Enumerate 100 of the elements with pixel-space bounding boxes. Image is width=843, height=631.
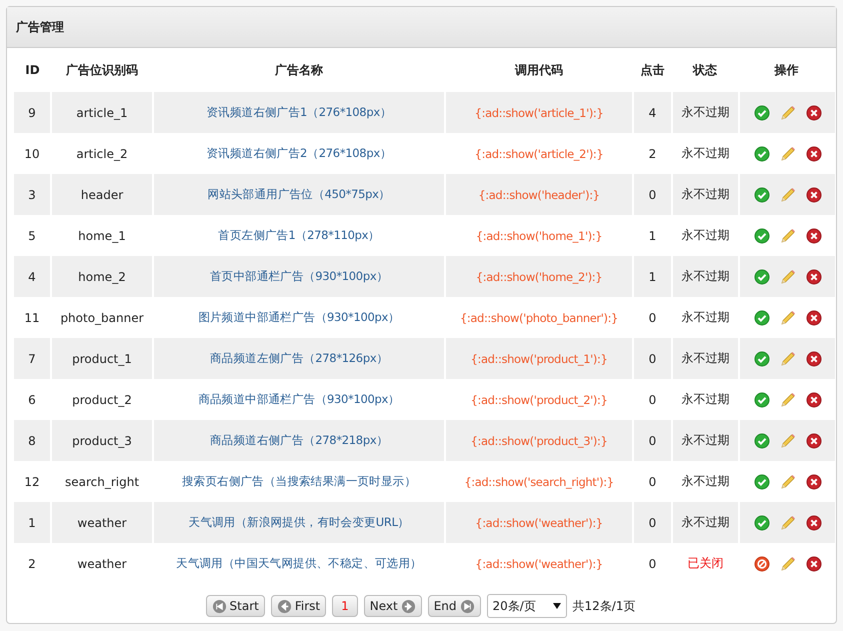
code-cell: article_2	[76, 146, 128, 160]
ad-name-link[interactable]: 商品频道中部通栏广告（930*100px）	[198, 392, 400, 406]
id-cell: 9	[28, 106, 36, 120]
status-text: 永不过期	[682, 146, 730, 160]
ad-name-link[interactable]: 资讯频道右侧广告2（276*108px）	[206, 146, 392, 160]
call-code-cell: {:ad::show('weather'):}	[475, 556, 603, 570]
check-icon[interactable]	[754, 186, 770, 202]
call-code-cell: {:ad::show('weather'):}	[475, 516, 603, 530]
pencil-icon[interactable]	[780, 514, 796, 530]
check-icon[interactable]	[754, 310, 770, 326]
delete-icon[interactable]	[806, 514, 822, 530]
status-text: 永不过期	[682, 392, 730, 406]
pencil-icon[interactable]	[780, 268, 796, 284]
check-icon[interactable]	[754, 228, 770, 244]
check-icon[interactable]	[754, 104, 770, 120]
code-cell: weather	[77, 516, 127, 530]
clicks-cell: 0	[648, 352, 656, 366]
code-cell: photo_banner	[60, 310, 144, 324]
id-cell: 8	[28, 434, 36, 448]
page-button[interactable]: 1	[332, 595, 358, 617]
pencil-icon[interactable]	[780, 474, 796, 490]
prohibited-icon[interactable]	[754, 556, 770, 572]
status-text: 永不过期	[682, 515, 730, 529]
pencil-icon[interactable]	[780, 350, 796, 366]
delete-icon[interactable]	[806, 104, 822, 120]
id-cell: 4	[28, 270, 36, 284]
call-code-cell: {:ad::show('article_2'):}	[474, 146, 604, 160]
delete-icon[interactable]	[806, 392, 822, 408]
check-icon[interactable]	[754, 350, 770, 366]
pager-button[interactable]: Start	[206, 595, 265, 617]
code-cell: header	[80, 188, 124, 202]
check-icon[interactable]	[754, 474, 770, 490]
ad-name-link[interactable]: 图片频道中部通栏广告（930*100px）	[198, 310, 400, 324]
pencil-icon[interactable]	[780, 392, 796, 408]
clicks-cell: 0	[648, 516, 656, 530]
pencil-icon[interactable]	[780, 310, 796, 326]
code-cell: weather	[77, 556, 127, 570]
call-code-cell: {:ad::show('product_2'):}	[470, 392, 608, 406]
ad-name-link[interactable]: 天气调用（中国天气网提供、不稳定、可选用）	[176, 556, 422, 570]
status-text: 永不过期	[682, 269, 730, 283]
check-icon[interactable]	[754, 392, 770, 408]
delete-icon[interactable]	[806, 310, 822, 326]
call-code-cell: {:ad::show('home_2'):}	[476, 270, 602, 284]
id-cell: 12	[24, 474, 40, 488]
delete-icon[interactable]	[806, 268, 822, 284]
ad-name-link[interactable]: 首页左侧广告1（278*110px）	[218, 228, 380, 242]
page-size-select[interactable]: 20条/页	[486, 594, 567, 618]
delete-icon[interactable]	[806, 474, 822, 490]
clicks-cell: 0	[648, 310, 656, 324]
column-header: ID	[14, 48, 51, 92]
clicks-cell: 1	[648, 228, 656, 242]
column-header: 状态	[672, 48, 738, 92]
id-cell: 3	[28, 188, 36, 202]
delete-icon[interactable]	[806, 350, 822, 366]
ad-name-link[interactable]: 搜索页右侧广告（当搜索结果满一页时显示）	[182, 474, 416, 488]
skip-start-icon	[212, 598, 227, 614]
code-cell: home_1	[78, 228, 126, 242]
column-header: 操作	[738, 48, 835, 92]
clicks-cell: 4	[648, 106, 656, 120]
call-code-cell: {:ad::show('product_1'):}	[470, 352, 608, 366]
call-code-cell: {:ad::show('header'):}	[478, 188, 600, 202]
code-cell: product_3	[72, 434, 132, 448]
status-text: 永不过期	[682, 433, 730, 447]
id-cell: 11	[24, 310, 40, 324]
status-text: 已关闭	[688, 556, 724, 570]
check-icon[interactable]	[754, 514, 770, 530]
delete-icon[interactable]	[806, 432, 822, 448]
delete-icon[interactable]	[806, 186, 822, 202]
clicks-cell: 0	[648, 556, 656, 570]
column-header: 广告名称	[153, 48, 445, 92]
id-cell: 10	[24, 146, 40, 160]
check-icon[interactable]	[754, 268, 770, 284]
pencil-icon[interactable]	[780, 146, 796, 162]
call-code-cell: {:ad::show('home_1'):}	[476, 228, 602, 242]
call-code-cell: {:ad::show('search_right'):}	[464, 474, 614, 488]
caret-icon	[552, 603, 561, 609]
pencil-icon[interactable]	[780, 104, 796, 120]
status-text: 永不过期	[682, 474, 730, 488]
pencil-icon[interactable]	[780, 186, 796, 202]
column-header: 广告位识别码	[51, 48, 153, 92]
pager-button[interactable]: First	[270, 595, 326, 617]
pencil-icon[interactable]	[780, 228, 796, 244]
pager-button[interactable]: Next	[364, 595, 422, 617]
delete-icon[interactable]	[806, 228, 822, 244]
clicks-cell: 0	[648, 188, 656, 202]
code-cell: product_1	[72, 352, 132, 366]
call-code-cell: {:ad::show('article_1'):}	[474, 106, 604, 120]
check-icon[interactable]	[754, 432, 770, 448]
pencil-icon[interactable]	[780, 432, 796, 448]
pencil-icon[interactable]	[780, 556, 796, 572]
id-cell: 5	[28, 228, 36, 242]
check-icon[interactable]	[754, 146, 770, 162]
status-text: 永不过期	[682, 351, 730, 365]
id-cell: 7	[28, 352, 36, 366]
column-header: 点击	[633, 48, 672, 92]
delete-icon[interactable]	[806, 146, 822, 162]
delete-icon[interactable]	[806, 556, 822, 572]
pager-button[interactable]: End	[428, 595, 481, 617]
id-cell: 6	[28, 392, 36, 406]
call-code-cell: {:ad::show('photo_banner'):}	[460, 310, 618, 324]
